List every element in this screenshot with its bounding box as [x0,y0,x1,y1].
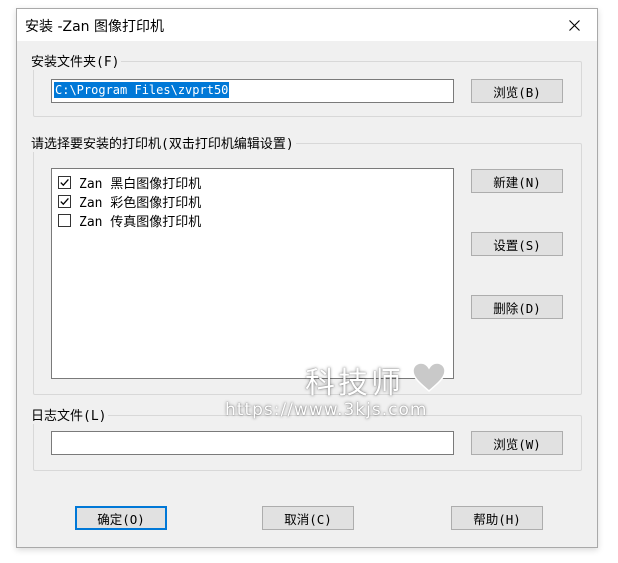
list-item[interactable]: Zan 传真图像打印机 [58,211,202,230]
list-item[interactable]: Zan 彩色图像打印机 [58,192,202,211]
checkmark-icon [60,197,69,205]
installer-dialog: 安装 -Zan 图像打印机 安装文件夹(F) C:\Program Files\… [16,8,598,548]
printer-label: Zan 彩色图像打印机 [79,195,202,211]
help-button[interactable]: 帮助(H) [451,506,543,530]
cancel-button[interactable]: 取消(C) [262,506,354,530]
printer-label: Zan 传真图像打印机 [79,214,202,230]
install-folder-label: 安装文件夹(F) [29,51,122,70]
heart-icon [412,362,446,392]
close-icon [568,19,580,31]
printer-label: Zan 黑白图像打印机 [79,176,202,192]
install-path-value: C:\Program Files\zvprt50 [54,82,230,98]
close-button[interactable] [551,9,597,41]
title-bar: 安装 -Zan 图像打印机 [17,9,597,41]
new-printer-button[interactable]: 新建(N) [471,169,563,193]
printers-label: 请选择要安装的打印机(双击打印机编辑设置) [29,133,296,152]
log-file-label: 日志文件(L) [29,405,109,424]
checkmark-icon [60,178,69,186]
printer-list[interactable]: Zan 黑白图像打印机 Zan 彩色图像打印机 Zan 传真图像打印机 [51,168,454,379]
browse-folder-button[interactable]: 浏览(B) [471,79,563,103]
printer-checkbox-bw[interactable] [58,175,71,189]
install-path-input[interactable]: C:\Program Files\zvprt50 [51,79,454,103]
ok-button[interactable]: 确定(O) [75,506,167,530]
printer-settings-button[interactable]: 设置(S) [471,232,563,256]
watermark-title: 科技师 [305,366,404,401]
log-file-input[interactable] [51,431,454,455]
watermark-url: https://www.3kjs.com [225,400,428,420]
browse-log-button[interactable]: 浏览(W) [471,431,563,455]
printer-checkbox-color[interactable] [58,194,71,208]
printer-checkbox-fax[interactable] [58,213,71,227]
window-title: 安装 -Zan 图像打印机 [25,19,164,35]
delete-printer-button[interactable]: 删除(D) [471,295,563,319]
list-item[interactable]: Zan 黑白图像打印机 [58,173,202,192]
